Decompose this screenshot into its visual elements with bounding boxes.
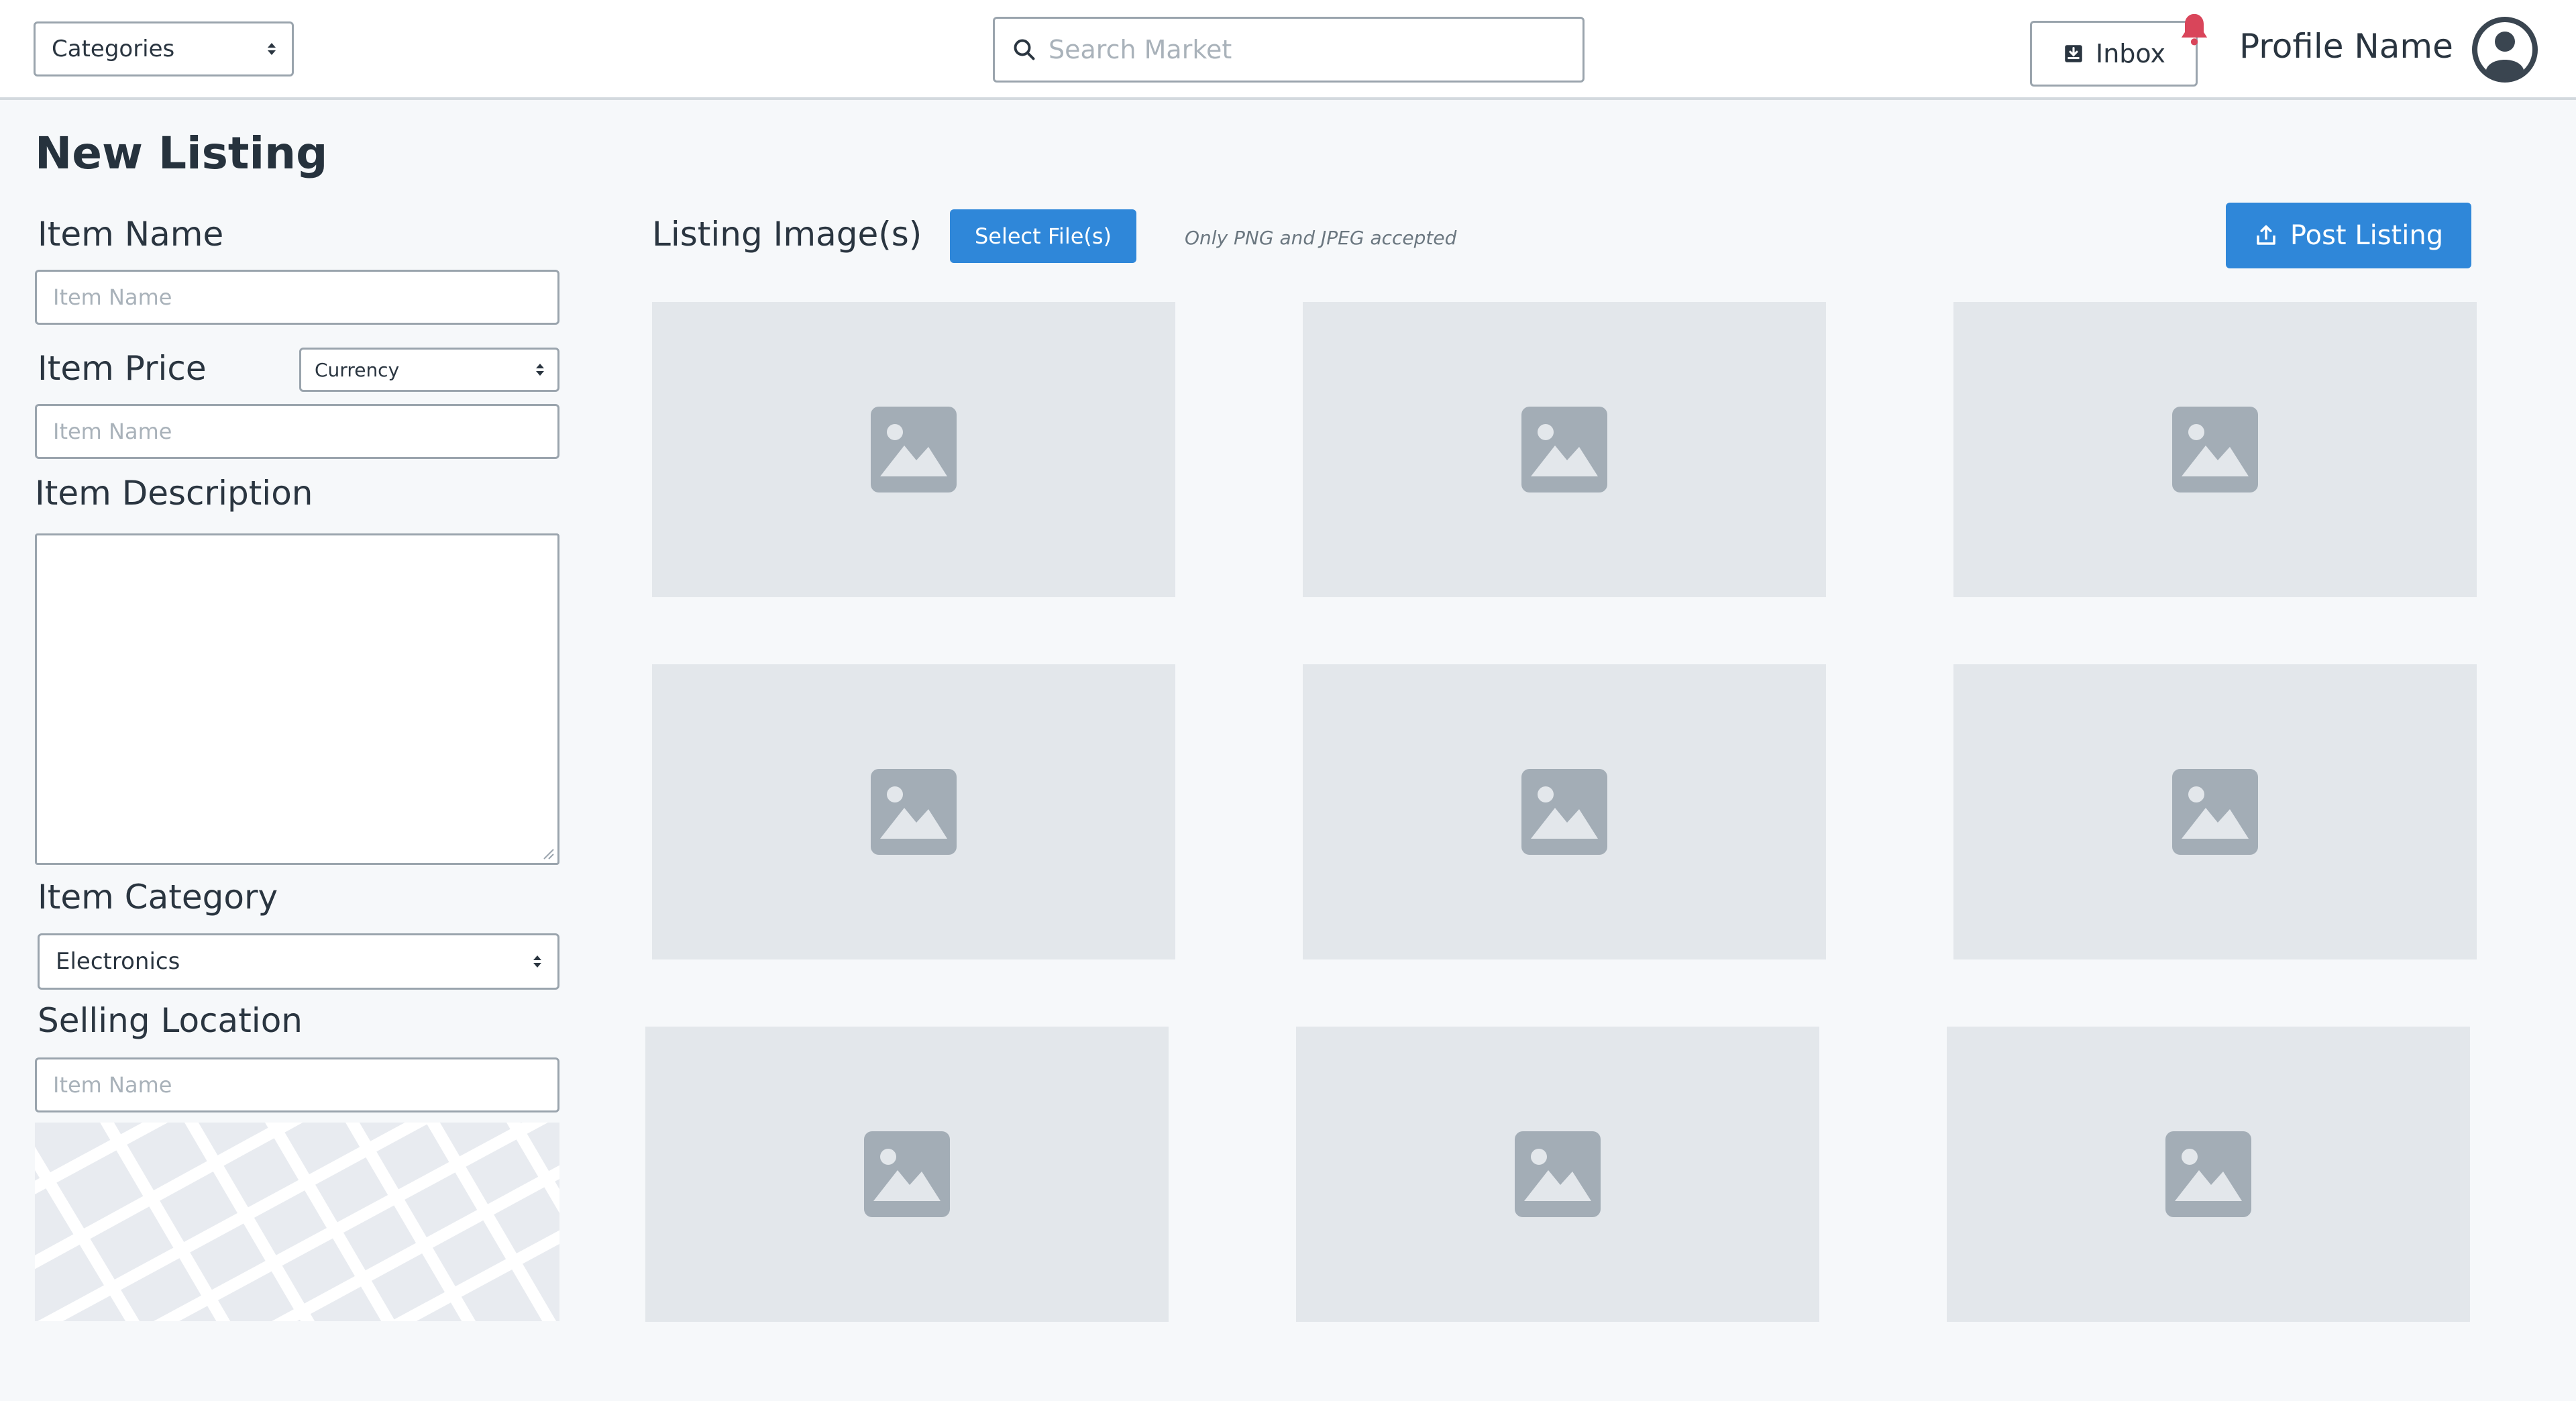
chevron-updown-icon: [536, 364, 544, 376]
image-placeholder-icon: [2165, 1131, 2251, 1217]
selling-location-label: Selling Location: [38, 1001, 303, 1040]
search-input[interactable]: Search Market: [993, 17, 1585, 83]
image-slot[interactable]: [652, 302, 1175, 597]
chevron-updown-icon: [533, 955, 541, 968]
item-price-label: Item Price: [38, 349, 207, 388]
inbox-label: Inbox: [2096, 39, 2165, 68]
notification-bell-icon[interactable]: [2176, 10, 2213, 48]
item-name-label: Item Name: [38, 215, 224, 254]
image-placeholder-icon: [2172, 407, 2258, 492]
image-placeholder-icon: [1521, 407, 1607, 492]
item-name-placeholder: Item Name: [53, 284, 172, 310]
avatar[interactable]: [2470, 15, 2540, 85]
page-title: New Listing: [35, 127, 328, 179]
map-streets: [35, 1123, 559, 1321]
resize-handle-icon[interactable]: [541, 847, 555, 860]
image-slot[interactable]: [1303, 664, 1826, 959]
image-placeholder-icon: [1521, 769, 1607, 855]
image-placeholder-icon: [864, 1131, 950, 1217]
post-listing-button[interactable]: Post Listing: [2226, 203, 2471, 268]
top-bar: Categories Search Market Inbox Profile N…: [0, 0, 2576, 100]
upload-icon: [2257, 225, 2275, 245]
profile-name[interactable]: Profile Name: [2239, 27, 2453, 66]
inbox-button[interactable]: Inbox: [2030, 21, 2198, 87]
categories-dropdown-label: Categories: [52, 36, 175, 62]
chevron-updown-icon: [268, 43, 276, 55]
image-slot[interactable]: [1296, 1027, 1819, 1322]
currency-dropdown[interactable]: Currency: [299, 348, 559, 392]
image-slot[interactable]: [652, 664, 1175, 959]
file-type-hint: Only PNG and JPEG accepted: [1185, 227, 1457, 249]
item-price-input[interactable]: Item Name: [35, 404, 559, 459]
image-slot[interactable]: [1953, 664, 2477, 959]
selling-location-input[interactable]: Item Name: [35, 1057, 559, 1112]
search-placeholder: Search Market: [1049, 35, 1232, 64]
categories-dropdown[interactable]: Categories: [34, 21, 294, 76]
item-description-label: Item Description: [35, 474, 313, 513]
image-slot[interactable]: [1953, 302, 2477, 597]
inbox-icon: [2065, 45, 2082, 62]
selling-location-placeholder: Item Name: [53, 1072, 172, 1098]
item-category-dropdown[interactable]: Electronics: [38, 933, 559, 990]
location-map[interactable]: [35, 1123, 559, 1321]
search-icon: [1014, 39, 1035, 60]
image-placeholder-icon: [871, 407, 957, 492]
image-placeholder-icon: [2172, 769, 2258, 855]
image-slot[interactable]: [1947, 1027, 2470, 1322]
listing-images-label: Listing Image(s): [652, 215, 922, 254]
item-price-placeholder: Item Name: [53, 419, 172, 444]
post-listing-label: Post Listing: [2290, 220, 2444, 251]
item-description-textarea[interactable]: [35, 533, 559, 865]
select-files-button[interactable]: Select File(s): [950, 209, 1136, 263]
image-placeholder-icon: [1515, 1131, 1601, 1217]
image-slot[interactable]: [1303, 302, 1826, 597]
image-placeholder-icon: [871, 769, 957, 855]
item-name-input[interactable]: Item Name: [35, 270, 559, 325]
image-slot[interactable]: [645, 1027, 1169, 1322]
currency-dropdown-label: Currency: [315, 358, 400, 381]
select-files-label: Select File(s): [974, 223, 1112, 249]
item-category-value: Electronics: [56, 948, 180, 975]
item-category-label: Item Category: [38, 878, 278, 917]
